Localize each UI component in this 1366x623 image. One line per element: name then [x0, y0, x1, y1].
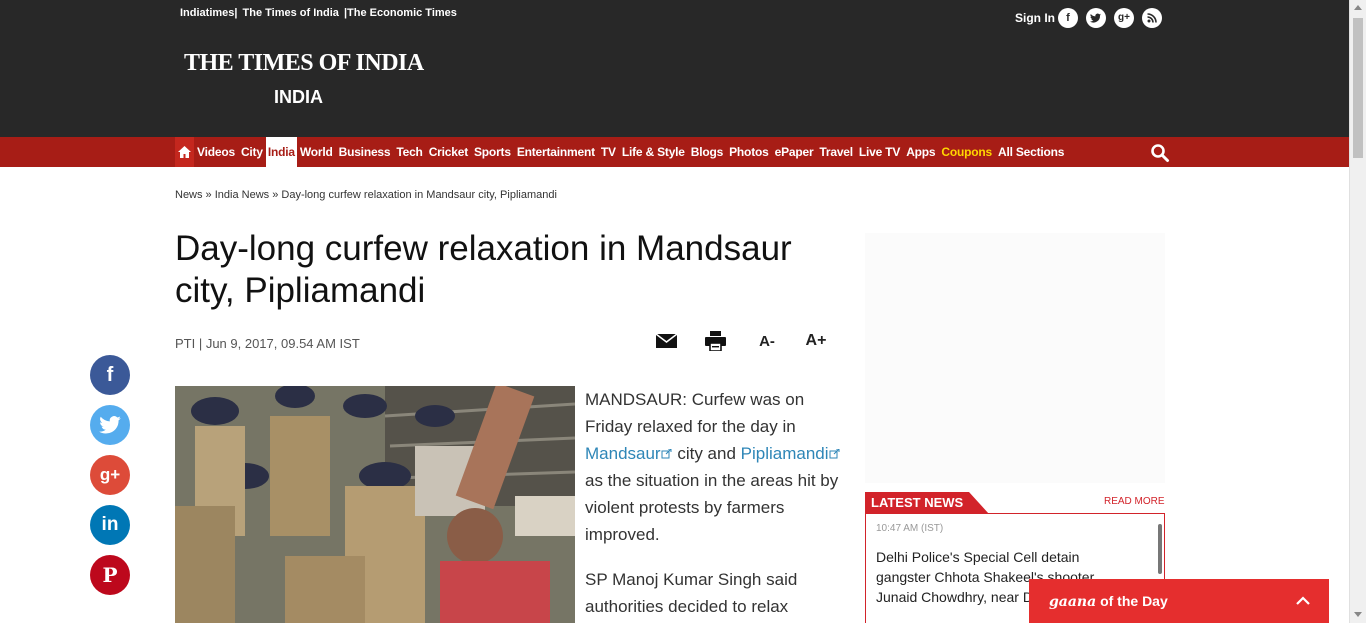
nav-item-tv[interactable]: TV — [598, 145, 619, 159]
nav-item-all-sections[interactable]: All Sections — [995, 145, 1067, 159]
nav-item-sports[interactable]: Sports — [471, 145, 514, 159]
nav-item-tech[interactable]: Tech — [393, 145, 425, 159]
email-icon[interactable] — [655, 330, 677, 352]
nav-item-photos[interactable]: Photos — [726, 145, 771, 159]
nav-item-live-tv[interactable]: Live TV — [856, 145, 903, 159]
latest-news-tab: LATEST NEWS — [865, 492, 990, 514]
pinterest-share-icon[interactable]: P — [90, 555, 130, 595]
facebook-share-icon[interactable]: f — [90, 355, 130, 395]
home-icon[interactable] — [175, 137, 194, 167]
twitter-share-icon[interactable] — [90, 405, 130, 445]
main-nav: Videos City India World Business Tech Cr… — [0, 137, 1349, 167]
nav-item-apps[interactable]: Apps — [903, 145, 938, 159]
scroll-down-icon[interactable] — [1354, 612, 1362, 617]
mandsaur-link[interactable]: Mandsaur — [585, 444, 661, 463]
top-links: Indiatimes| The Times of India |The Econ… — [180, 7, 459, 19]
nav-item-city[interactable]: City — [238, 145, 266, 159]
news-time: 10:47 AM (IST) — [876, 523, 944, 534]
ad-slot — [865, 233, 1165, 483]
nav-item-life-style[interactable]: Life & Style — [619, 145, 688, 159]
article-headline: Day-long curfew relaxation in Mandsaur c… — [175, 229, 792, 310]
nav-item-business[interactable]: Business — [336, 145, 394, 159]
read-more-link[interactable]: READ MORE — [1104, 496, 1165, 507]
breadcrumb[interactable]: News » India News » Day-long curfew rela… — [175, 189, 557, 201]
chevron-up-icon[interactable] — [1295, 593, 1311, 609]
top-link-indiatimes[interactable]: Indiatimes| — [180, 7, 237, 19]
nav-item-videos[interactable]: Videos — [194, 145, 238, 159]
page-scrollbar[interactable] — [1349, 0, 1366, 623]
twitter-icon[interactable] — [1086, 8, 1106, 28]
nav-item-epaper[interactable]: ePaper — [772, 145, 817, 159]
section-title: INDIA — [274, 87, 323, 107]
gaana-widget[interactable]: gaana of the Day — [1029, 579, 1329, 623]
nav-item-blogs[interactable]: Blogs — [688, 145, 726, 159]
nav-item-travel[interactable]: Travel — [816, 145, 856, 159]
article-body: MANDSAUR: Curfew was on Friday relaxed f… — [585, 386, 845, 623]
article-photo[interactable] — [175, 386, 575, 623]
rss-icon[interactable] — [1142, 8, 1162, 28]
gaana-logo: gaana — [1049, 594, 1097, 610]
linkedin-share-icon[interactable]: in — [90, 505, 130, 545]
list-scrollbar[interactable] — [1158, 524, 1162, 574]
page: Indiatimes| The Times of India |The Econ… — [0, 0, 1366, 623]
sign-in-link[interactable]: Sign In — [1015, 11, 1055, 25]
site-header: Indiatimes| The Times of India |The Econ… — [0, 0, 1349, 137]
nav-item-coupons[interactable]: Coupons — [938, 145, 995, 159]
external-link-icon — [829, 444, 841, 463]
nav-item-cricket[interactable]: Cricket — [426, 145, 471, 159]
site-logo[interactable]: THE TIMES OF INDIA — [184, 50, 424, 77]
top-link-et[interactable]: |The Economic Times — [344, 7, 457, 19]
scrollbar-thumb[interactable] — [1353, 18, 1363, 158]
external-link-icon — [661, 444, 673, 463]
font-increase-button[interactable]: A+ — [804, 330, 828, 352]
facebook-icon[interactable]: f — [1058, 8, 1078, 28]
pipliamandi-link[interactable]: Pipliamandi — [741, 444, 829, 463]
font-decrease-button[interactable]: A- — [756, 330, 778, 352]
article-paragraph-1: MANDSAUR: Curfew was on Friday relaxed f… — [585, 386, 845, 548]
google-plus-share-icon[interactable]: g+ — [90, 455, 130, 495]
top-link-toi[interactable]: The Times of India — [243, 7, 339, 19]
scroll-up-icon[interactable] — [1354, 5, 1362, 10]
gaana-title: gaana of the Day — [1049, 593, 1168, 610]
nav-item-entertainment[interactable]: Entertainment — [514, 145, 598, 159]
google-plus-icon[interactable]: g+ — [1114, 8, 1134, 28]
print-icon[interactable] — [704, 330, 726, 352]
article-byline: PTI | Jun 9, 2017, 09.54 AM IST — [175, 336, 360, 351]
nav-item-india[interactable]: India — [265, 137, 297, 167]
search-icon[interactable] — [1150, 143, 1170, 163]
nav-item-world[interactable]: World — [297, 145, 336, 159]
article-paragraph-2: SP Manoj Kumar Singh said authorities de… — [585, 570, 798, 616]
